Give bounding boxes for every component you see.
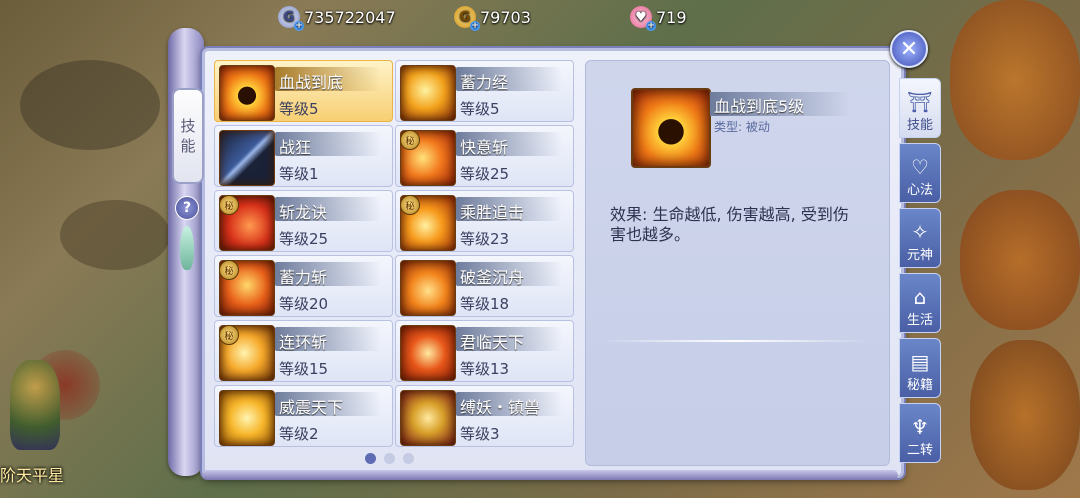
background-tree	[950, 0, 1080, 160]
golden-rope-icon	[400, 390, 456, 446]
skill-level: 等级5	[460, 100, 500, 118]
golden-figure-icon	[219, 390, 275, 446]
skill-level: 等级15	[279, 360, 329, 378]
background-tree	[970, 340, 1080, 490]
side-tab-label: 技能	[906, 118, 933, 133]
skill-card[interactable]: 破釜沉舟等级18	[395, 255, 574, 317]
temple-icon: ⛩	[907, 90, 933, 114]
detail-skill-type: 类型: 被动	[714, 120, 770, 134]
skill-name: 威震天下	[279, 398, 344, 417]
background-tree	[960, 190, 1080, 330]
gold-coin-icon: G +	[454, 6, 480, 31]
page-dot[interactable]	[384, 453, 395, 464]
help-button[interactable]: ?	[175, 196, 199, 220]
side-tab-2[interactable]: ♡ 心法	[899, 143, 941, 203]
page-dot[interactable]	[365, 453, 376, 464]
skill-name: 血战到底	[279, 73, 344, 92]
detail-divider	[600, 340, 870, 342]
detail-skill-name: 血战到底5级	[714, 97, 805, 116]
dark-figure-flame-icon	[631, 88, 711, 168]
side-tab-3[interactable]: ✧ 元神	[899, 208, 941, 268]
skill-card[interactable]: 秘 快意斩等级25	[395, 125, 574, 187]
skill-name: 蓄力斩	[279, 268, 328, 287]
page-indicator	[365, 453, 414, 464]
skill-level: 等级5	[279, 100, 319, 118]
skill-level: 等级18	[460, 295, 510, 313]
dark-figure-flame-icon	[219, 65, 275, 121]
fire-trident-icon	[400, 325, 456, 381]
skill-name: 战狂	[279, 138, 312, 157]
skill-name: 缚妖・镇兽	[460, 398, 541, 417]
side-tab-1[interactable]: ⛩ 技能	[899, 78, 941, 138]
skill-card[interactable]: 战狂等级1	[214, 125, 393, 187]
fire-wings-icon	[400, 260, 456, 316]
skill-card[interactable]: 血战到底等级5	[214, 60, 393, 122]
silver-coin-icon: G +	[278, 6, 304, 31]
side-tab-label: 秘籍	[906, 378, 933, 393]
skill-card[interactable]: 秘 连环斩等级15	[214, 320, 393, 382]
currency-gold[interactable]: G + 79703	[454, 4, 531, 31]
skill-level: 等级13	[460, 360, 510, 378]
side-tab-6[interactable]: ♆ 二转	[899, 403, 941, 463]
secret-badge-icon: 秘	[400, 130, 420, 150]
secret-badge-icon: 秘	[219, 195, 239, 215]
trident-icon: ♆	[911, 415, 929, 439]
skill-card[interactable]: 秘 斩龙诀等级25	[214, 190, 393, 252]
skill-name: 乘胜追击	[460, 203, 525, 222]
currency-silver-value: 735722047	[304, 7, 396, 27]
sword-swirl-icon	[400, 65, 456, 121]
side-tab-label: 二转	[906, 443, 933, 458]
side-tab-label: 元神	[906, 248, 933, 263]
secret-badge-icon: 秘	[219, 325, 239, 345]
side-tab-label: 心法	[906, 183, 933, 198]
skill-card[interactable]: 蓄力经等级5	[395, 60, 574, 122]
tab-skills-vertical[interactable]: 技 能	[172, 88, 204, 184]
close-button[interactable]: ✕	[890, 30, 928, 68]
secret-badge-icon: 秘	[219, 260, 239, 280]
skill-name: 斩龙诀	[279, 203, 328, 222]
heart-hands-icon: ♡	[911, 155, 929, 179]
side-tab-5[interactable]: ▤ 秘籍	[899, 338, 941, 398]
skill-level: 等级20	[279, 295, 329, 313]
background-rock	[20, 60, 160, 150]
skill-card[interactable]: 威震天下等级2	[214, 385, 393, 447]
skill-level: 等级2	[279, 425, 319, 443]
heart-gem-icon: ♥ +	[630, 6, 656, 31]
skill-name: 蓄力经	[460, 73, 509, 92]
player-character[interactable]	[10, 360, 60, 450]
page-dot[interactable]	[403, 453, 414, 464]
skill-level: 等级25	[460, 165, 510, 183]
skill-grid: 血战到底 等级5 蓄力经 等级5 战狂 等级1 秘快意斩 等级25 秘斩龙诀 等级25 秘乘胜追击等…	[214, 60, 574, 447]
currency-gem-value: 719	[656, 7, 687, 27]
skill-card[interactable]: 君临天下等级13	[395, 320, 574, 382]
currency-silver[interactable]: G + 735722047	[278, 4, 396, 31]
player-name: 阶天平星	[0, 466, 65, 485]
skill-card[interactable]: 秘 乘胜追击等级23	[395, 190, 574, 252]
book-icon: ▤	[910, 350, 930, 374]
skill-card[interactable]: 秘 蓄力斩等级20	[214, 255, 393, 317]
skill-name: 连环斩	[279, 333, 328, 352]
skill-level: 等级25	[279, 230, 329, 248]
side-tab-label: 生活	[906, 313, 933, 328]
skill-level: 等级3	[460, 425, 500, 443]
spirit-swirl-icon: ✧	[911, 220, 929, 244]
tassel-ornament	[180, 226, 194, 270]
blue-blade-icon	[219, 130, 275, 186]
skill-card[interactable]: 缚妖・镇兽等级3	[395, 385, 574, 447]
skill-name: 君临天下	[460, 333, 525, 352]
skill-level: 等级1	[279, 165, 319, 183]
skill-level: 等级23	[460, 230, 510, 248]
secret-badge-icon: 秘	[400, 195, 420, 215]
side-tab-4[interactable]: ⌂ 生活	[899, 273, 941, 333]
currency-gem[interactable]: ♥ + 719	[630, 4, 687, 31]
house-icon: ⌂	[913, 285, 927, 309]
detail-skill-effect: 效果: 生命越低, 伤害越高, 受到伤害也越多。	[610, 205, 849, 244]
currency-gold-value: 79703	[480, 7, 531, 27]
skill-name: 快意斩	[460, 138, 509, 157]
skill-name: 破釜沉舟	[460, 268, 525, 287]
scroll-roll-bottom	[202, 470, 898, 480]
background-rock	[60, 200, 170, 270]
